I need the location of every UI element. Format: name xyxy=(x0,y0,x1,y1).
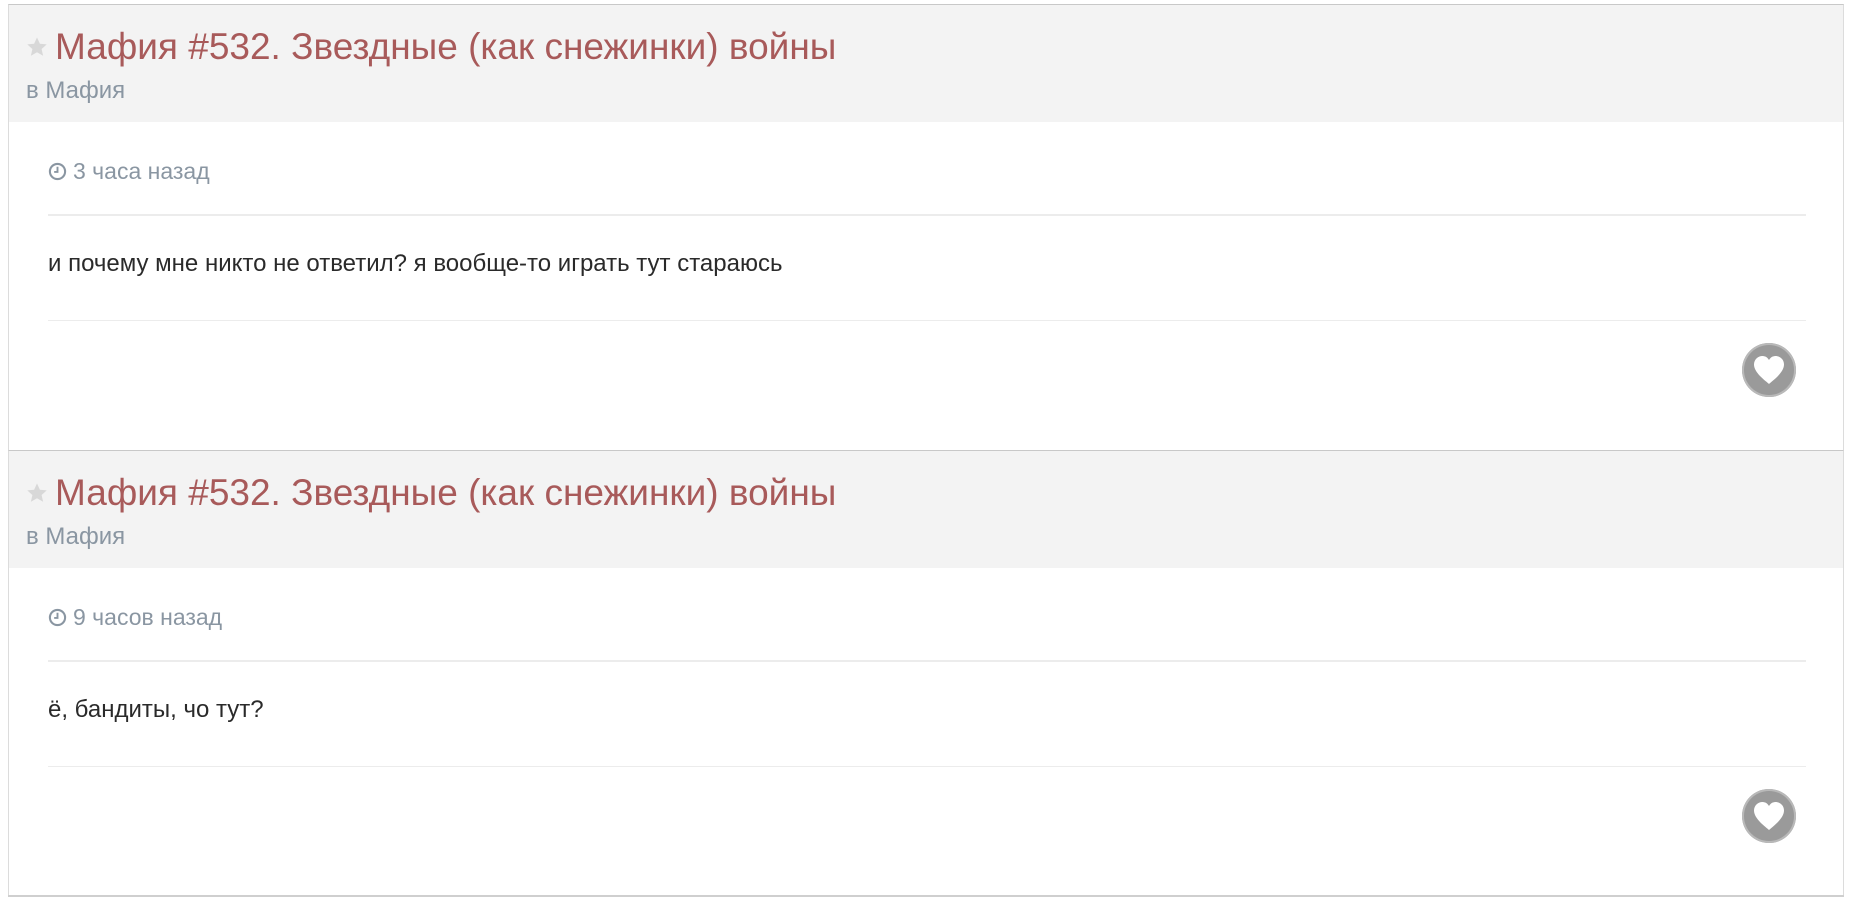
post-time[interactable]: 3 часа назад xyxy=(73,156,210,186)
post-header: Мафия #532. Звездные (как снежинки) войн… xyxy=(9,5,1843,122)
divider xyxy=(8,895,1844,897)
clock-icon xyxy=(48,608,67,626)
post-header: Мафия #532. Звездные (как снежинки) войн… xyxy=(9,451,1843,568)
forum-prefix: в xyxy=(26,523,39,550)
post-card: Мафия #532. Звездные (как снежинки) войн… xyxy=(8,450,1844,896)
post-time[interactable]: 9 часов назад xyxy=(73,602,222,632)
divider xyxy=(48,214,1806,216)
post-content: ё, бандиты, чо тут? xyxy=(48,696,264,723)
post-forum: в Мафия xyxy=(26,76,125,106)
star-icon[interactable] xyxy=(25,35,49,59)
clock-icon xyxy=(48,162,67,180)
activity-feed: Мафия #532. Звездные (как снежинки) войн… xyxy=(8,0,1844,896)
post-title[interactable]: Мафия #532. Звездные (как снежинки) войн… xyxy=(55,25,836,69)
post-title[interactable]: Мафия #532. Звездные (как снежинки) войн… xyxy=(55,471,836,515)
divider xyxy=(48,660,1806,662)
post-content: и почему мне никто не ответил? я вообще-… xyxy=(48,250,783,277)
forum-prefix: в xyxy=(26,77,39,104)
forum-link[interactable]: Мафия xyxy=(45,77,125,104)
star-icon[interactable] xyxy=(25,481,49,505)
like-button[interactable] xyxy=(1742,343,1796,397)
forum-link[interactable]: Мафия xyxy=(45,523,125,550)
post-meta: 9 часов назад xyxy=(48,602,222,632)
post-forum: в Мафия xyxy=(26,522,125,552)
post-meta: 3 часа назад xyxy=(48,156,210,186)
like-button[interactable] xyxy=(1742,789,1796,843)
heart-icon xyxy=(1754,356,1784,384)
divider xyxy=(48,320,1806,321)
heart-icon xyxy=(1754,802,1784,830)
post-card: Мафия #532. Звездные (как снежинки) войн… xyxy=(8,4,1844,450)
divider xyxy=(48,766,1806,767)
